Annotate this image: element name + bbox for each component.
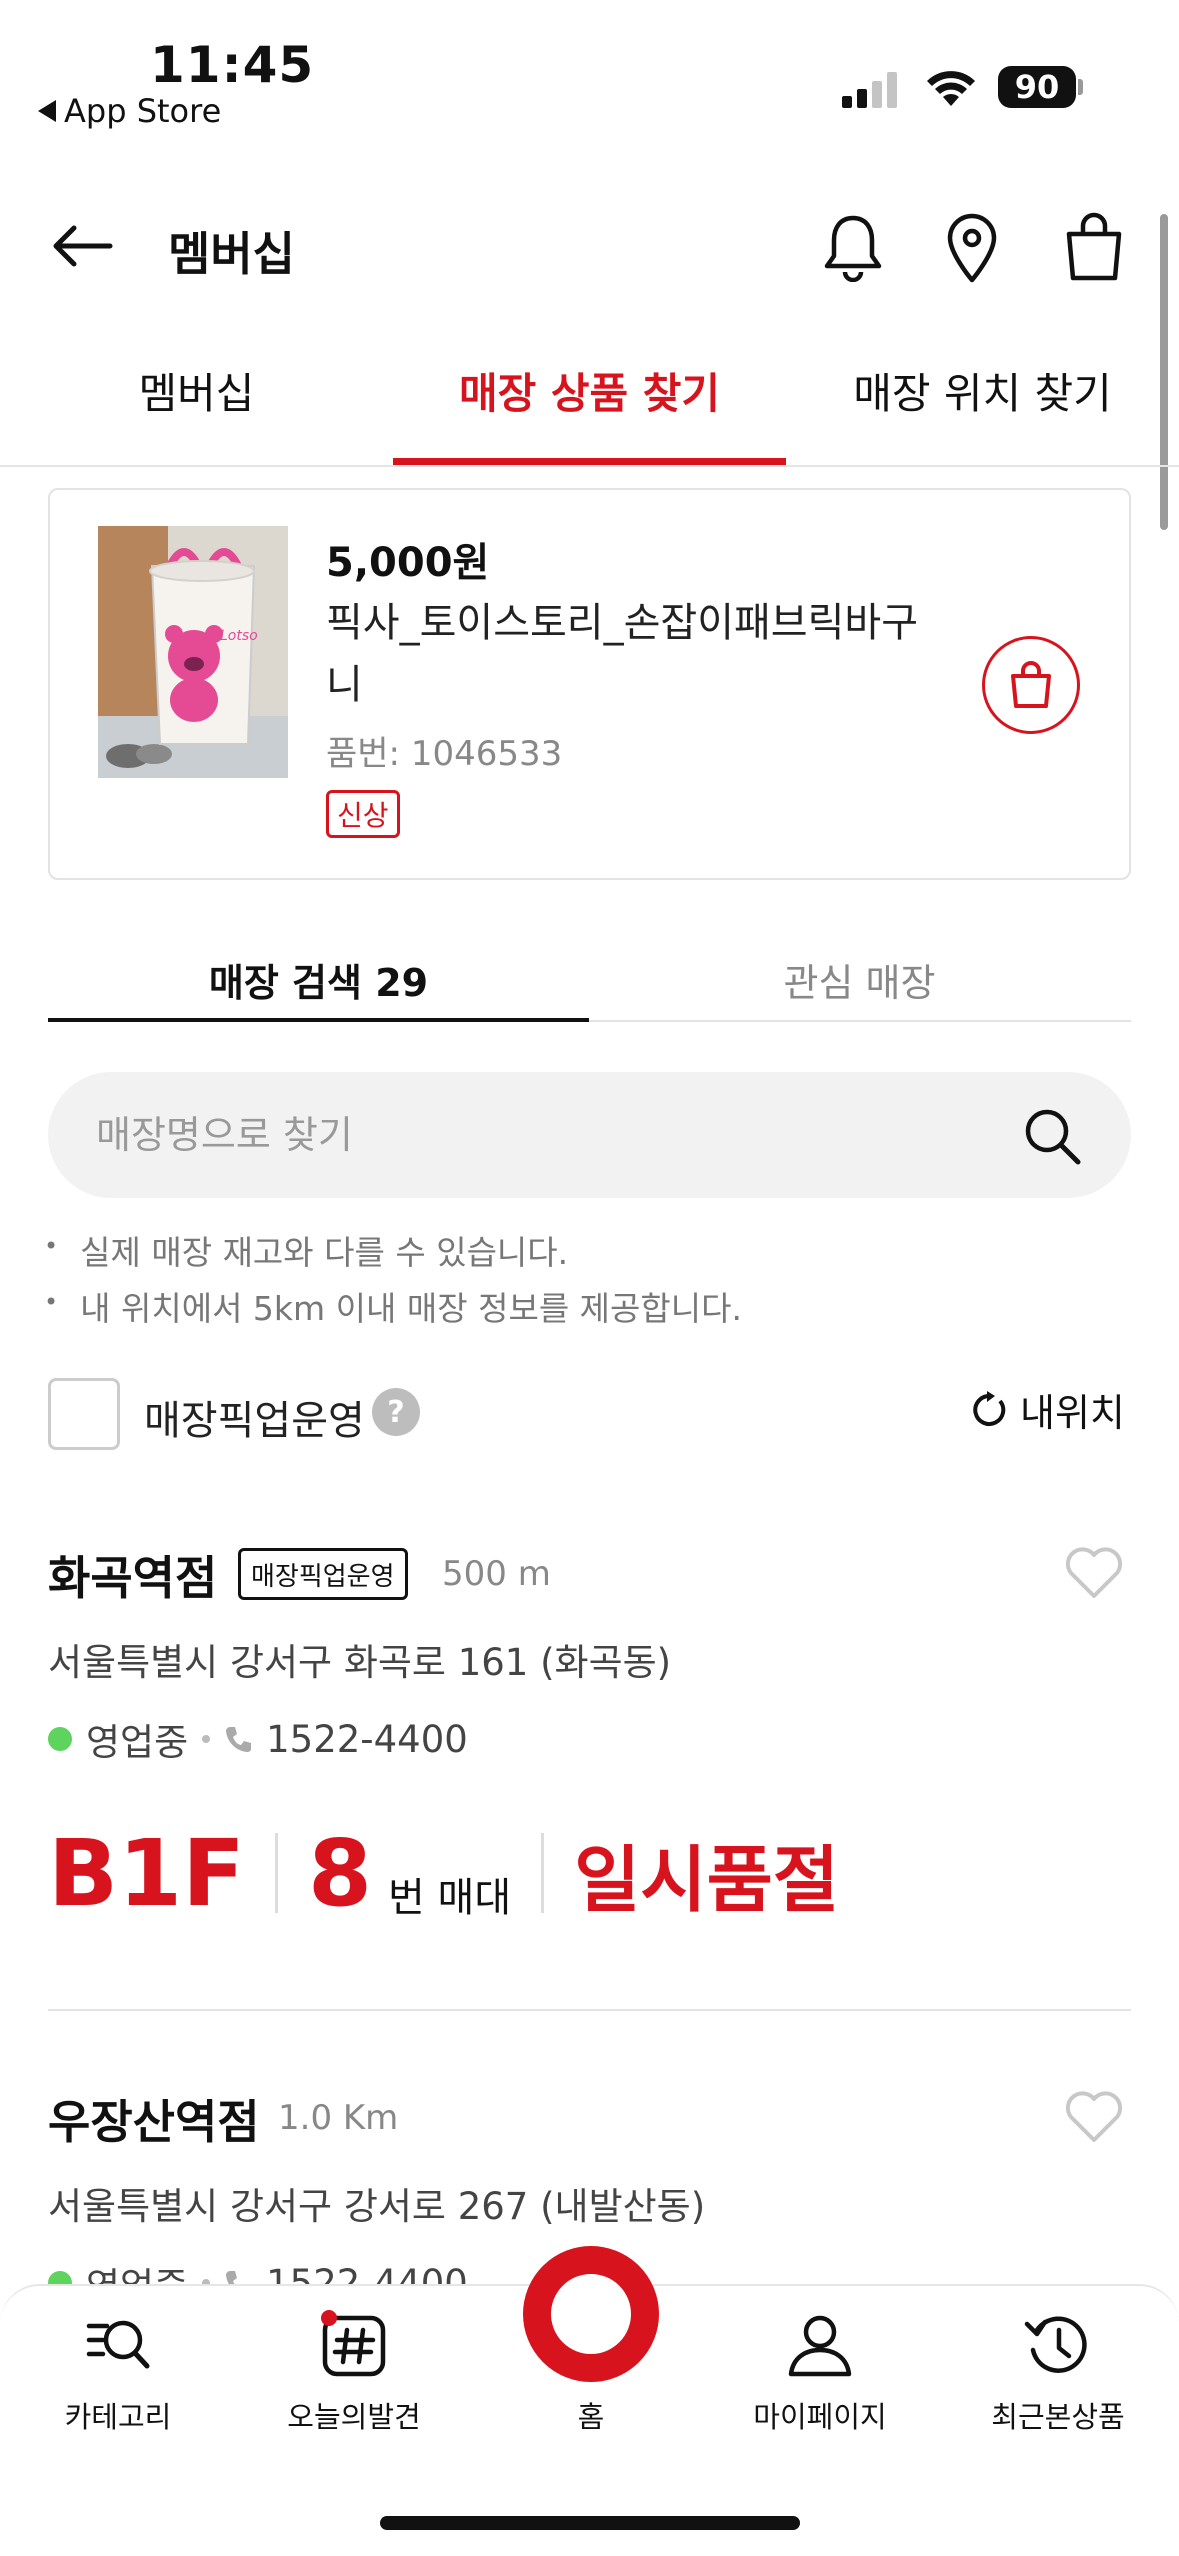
note-text: 내 위치에서 5km 이내 매장 정보를 제공합니다. xyxy=(80,1289,742,1328)
home-ring-icon[interactable] xyxy=(523,2246,659,2382)
battery-level: 90 xyxy=(998,66,1076,108)
category-search-icon xyxy=(83,2310,153,2380)
add-to-bag-button[interactable] xyxy=(982,636,1080,734)
favorite-heart-icon[interactable] xyxy=(1064,2090,1124,2144)
history-icon xyxy=(1023,2310,1093,2380)
phone-icon xyxy=(226,1727,252,1752)
hashtag-icon xyxy=(319,2310,389,2380)
note-stock: • 실제 매장 재고와 다를 수 있습니다. xyxy=(44,1226,568,1274)
location-separator xyxy=(541,1833,545,1913)
nav-today-discovery[interactable]: 오늘의발견 xyxy=(254,2310,454,2436)
back-arrow-icon[interactable] xyxy=(50,224,114,268)
note-radius: • 내 위치에서 5km 이내 매장 정보를 제공합니다. xyxy=(44,1282,742,1330)
shelf-suffix: 번 매대 xyxy=(388,1875,512,1921)
pickup-checkbox[interactable] xyxy=(48,1378,120,1450)
help-icon[interactable]: ? xyxy=(372,1388,420,1436)
tab-divider xyxy=(0,465,1179,467)
store-open-status: 영업중 xyxy=(86,1721,189,1764)
separator-dot xyxy=(202,1735,211,1743)
status-time: 11:45 xyxy=(150,36,315,94)
nav-recently-viewed[interactable]: 최근본상품 xyxy=(958,2310,1158,2436)
person-icon xyxy=(785,2310,855,2380)
store-floor: B1F xyxy=(48,1819,245,1927)
store-distance: 500 m xyxy=(442,1554,551,1594)
back-to-app-store[interactable]: App Store xyxy=(38,92,221,130)
back-triangle-icon xyxy=(38,100,56,122)
store-distance: 1.0 Km xyxy=(278,2098,399,2138)
store-status-row: 영업중 1522-4400 xyxy=(48,1712,468,1766)
nav-home-label[interactable]: 홈 xyxy=(561,2394,621,2436)
battery-tip xyxy=(1078,79,1083,95)
store-tab-divider xyxy=(589,1020,1131,1022)
shopping-bag-icon[interactable] xyxy=(1064,212,1124,282)
bell-icon[interactable] xyxy=(822,212,884,282)
tab-membership[interactable]: 멤버십 xyxy=(0,360,393,421)
wifi-icon xyxy=(924,68,978,108)
shelf-number: 8 xyxy=(307,1819,372,1927)
nav-category[interactable]: 카테고리 xyxy=(18,2310,218,2436)
favorite-heart-icon[interactable] xyxy=(1064,1546,1124,1600)
nav-label: 카테고리 xyxy=(64,2400,172,2434)
tab-store-search[interactable]: 매장 검색 29 xyxy=(48,952,589,1007)
stock-status: 일시품절 xyxy=(574,1837,840,1922)
store-phone[interactable]: 1522-4400 xyxy=(266,1718,468,1761)
bag-icon xyxy=(1011,661,1051,708)
store-divider xyxy=(48,2009,1131,2011)
cellular-signal-icon xyxy=(842,72,898,108)
my-location-label: 내위치 xyxy=(1020,1391,1125,1435)
tab-favorite-stores[interactable]: 관심 매장 xyxy=(589,952,1130,1007)
location-pin-icon[interactable] xyxy=(944,212,1000,284)
search-icon[interactable] xyxy=(1021,1105,1083,1167)
store-name[interactable]: 화곡역점 xyxy=(48,1542,217,1608)
my-location-button[interactable]: 내위치 xyxy=(970,1382,1125,1437)
nav-label: 최근본상품 xyxy=(991,2400,1125,2434)
store-search-input[interactable] xyxy=(96,1072,996,1198)
tab-store-product-search[interactable]: 매장 상품 찾기 xyxy=(393,360,786,421)
store-tab-indicator xyxy=(48,1018,589,1022)
store-search-bar xyxy=(48,1072,1131,1198)
pickup-filter-label[interactable]: 매장픽업운영 xyxy=(144,1388,365,1446)
store-address: 서울특별시 강서구 화곡로 161 (화곡동) xyxy=(48,1641,672,1684)
location-separator xyxy=(274,1833,278,1913)
back-app-label: App Store xyxy=(64,92,222,130)
store-name[interactable]: 우장산역점 xyxy=(48,2086,260,2152)
svg-text:Lotso: Lotso xyxy=(220,628,258,644)
open-status-dot xyxy=(48,1727,72,1751)
nav-my-page[interactable]: 마이페이지 xyxy=(720,2310,920,2436)
store-address: 서울특별시 강서구 강서로 267 (내발산동) xyxy=(48,2185,706,2228)
product-location-row: B1F 8 번 매대 일시품절 xyxy=(48,1818,839,1928)
nav-label: 오늘의발견 xyxy=(287,2400,421,2434)
refresh-icon xyxy=(973,1390,1006,1426)
product-item-number: 품번: 1046533 xyxy=(326,734,563,774)
tab-store-location-search[interactable]: 매장 위치 찾기 xyxy=(786,360,1179,421)
product-name[interactable]: 픽사_토이스토리_손잡이패브릭바구니 xyxy=(326,592,926,716)
active-tab-indicator xyxy=(393,458,786,465)
home-indicator xyxy=(380,2516,800,2530)
pickup-badge: 매장픽업운영 xyxy=(238,1548,408,1600)
new-badge: 신상 xyxy=(326,790,400,838)
nav-label: 마이페이지 xyxy=(753,2400,887,2434)
note-text: 실제 매장 재고와 다를 수 있습니다. xyxy=(80,1233,569,1272)
product-price: 5,000원 xyxy=(326,540,490,586)
product-image[interactable]: Lotso xyxy=(98,526,288,778)
page-title: 멤버십 xyxy=(168,227,295,281)
